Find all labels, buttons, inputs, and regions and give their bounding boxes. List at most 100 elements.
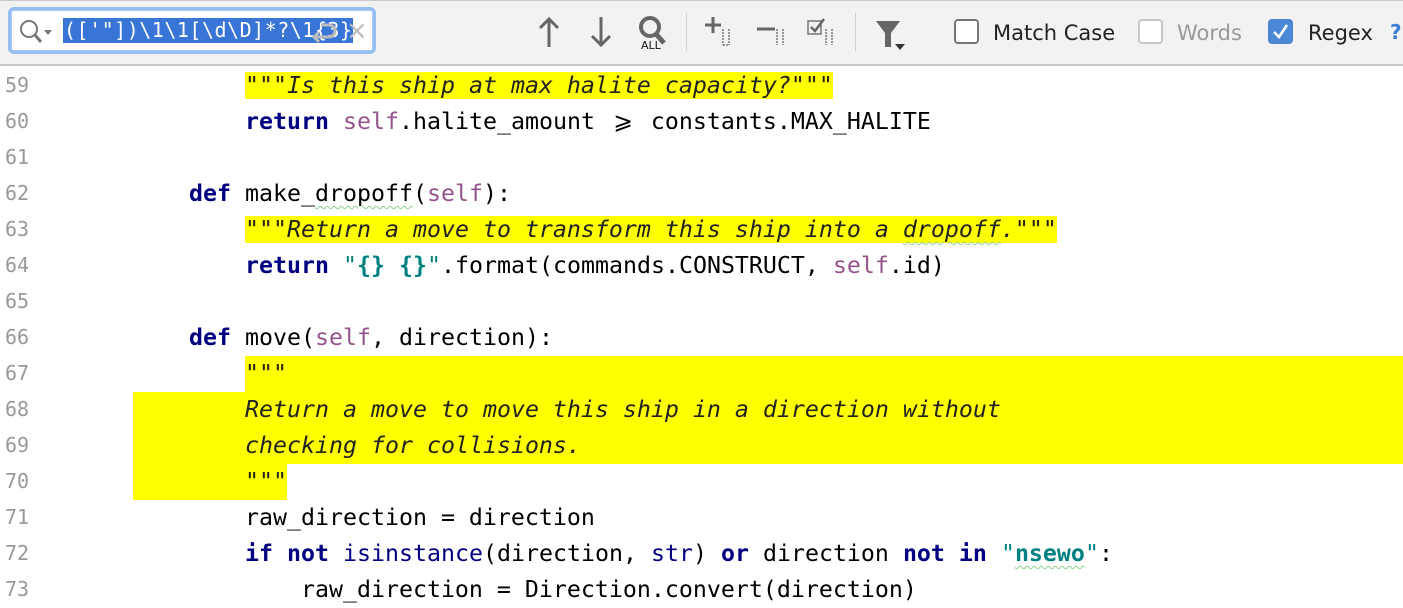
regex-checkbox[interactable] (1268, 19, 1293, 44)
words-checkbox[interactable] (1138, 19, 1163, 44)
code-token: not in (902, 540, 987, 567)
find-toolbar: (['"])\1\1[\d\D]*?\1{3} × ALL Match Case… (0, 0, 1403, 66)
code-token: return (244, 108, 329, 135)
code-token: move( (230, 324, 315, 351)
search-field[interactable]: (['"])\1\1[\d\D]*?\1{3} × (8, 7, 376, 54)
code-token: .format(commands.CONSTRUCT, (440, 252, 833, 279)
toolbar-separator (855, 13, 856, 51)
line-number: 64 (5, 253, 30, 277)
help-icon[interactable]: ? (1390, 20, 1402, 44)
filter-icon[interactable] (874, 19, 910, 57)
code-token: ): (482, 180, 511, 207)
code-token: checking for collisions. (244, 432, 581, 459)
line-number: 63 (5, 217, 30, 241)
toggle-selection-icon[interactable] (806, 15, 840, 53)
code-editor[interactable]: 59 """Is this ship at max halite capacit… (0, 68, 1403, 603)
code-line[interactable]: 60 return self.halite_amount ⩾ constants… (0, 104, 1403, 140)
code-token: make_ (230, 180, 315, 207)
match-case-checkbox[interactable] (954, 19, 979, 44)
previous-occurrence-icon[interactable] (536, 15, 562, 53)
search-history-icon[interactable] (19, 19, 53, 49)
code-text: """ (77, 360, 287, 388)
code-text: def move(self, direction): (77, 324, 553, 352)
code-token: dropoff (902, 216, 1001, 243)
code-line[interactable]: 59 """Is this ship at max halite capacit… (0, 68, 1403, 104)
code-token: def (188, 324, 231, 351)
toolbar-separator (686, 13, 687, 51)
select-all-occurrences-icon[interactable]: ALL (636, 13, 670, 57)
line-number: 61 (5, 145, 30, 169)
code-token: self (314, 324, 371, 351)
code-token: .id) (888, 252, 945, 279)
code-text: return self.halite_amount ⩾ constants.MA… (77, 108, 931, 136)
code-line[interactable]: 62 def make_dropoff(self): (0, 176, 1403, 212)
line-number: 72 (5, 541, 30, 565)
remove-occurrence-icon[interactable] (755, 15, 789, 53)
code-token: direction (748, 540, 903, 567)
code-text: if not isinstance(direction, str) or dir… (77, 540, 1113, 568)
code-token: or (720, 540, 749, 567)
regex-label[interactable]: Regex (1308, 20, 1373, 46)
svg-text:ALL: ALL (641, 39, 662, 52)
code-token: ⩾ (613, 108, 633, 135)
code-token: , direction): (370, 324, 553, 351)
line-number: 70 (5, 469, 30, 493)
code-line[interactable]: 73 raw_direction = Direction.convert(dir… (0, 572, 1403, 608)
line-number: 60 (5, 109, 30, 133)
add-occurrence-icon[interactable] (703, 15, 737, 53)
line-number: 62 (5, 181, 30, 205)
code-text: def make_dropoff(self): (77, 180, 511, 208)
code-text: """ (77, 468, 287, 496)
line-number: 69 (5, 433, 30, 457)
code-token: """Is this ship at max halite capacity?"… (244, 72, 833, 99)
code-token: " (426, 252, 441, 279)
code-line[interactable]: 68 Return a move to move this ship in a … (0, 392, 1403, 428)
code-line[interactable]: 63 """Return a move to transform this sh… (0, 212, 1403, 248)
code-token: str (650, 540, 693, 567)
code-token: Return a move to move this ship in a dir… (244, 396, 1001, 423)
code-text: raw_direction = direction (77, 504, 595, 532)
line-number: 66 (5, 325, 30, 349)
line-number: 59 (5, 73, 30, 97)
code-line[interactable]: 67 """ (0, 356, 1403, 392)
code-token: {} {} (356, 252, 427, 279)
code-token: dropoff (314, 180, 413, 207)
code-text: Return a move to move this ship in a dir… (77, 396, 1001, 424)
words-label[interactable]: Words (1177, 20, 1242, 46)
code-token: .halite_amount (398, 108, 609, 135)
code-line[interactable]: 66 def move(self, direction): (0, 320, 1403, 356)
code-line[interactable]: 70 """ (0, 464, 1403, 500)
code-token: nsewo (1014, 540, 1085, 567)
code-line[interactable]: 65 (0, 284, 1403, 320)
code-token: ( (412, 180, 427, 207)
code-token: ) (692, 540, 721, 567)
match-case-label[interactable]: Match Case (993, 20, 1115, 46)
code-token: raw_direction = Direction.convert(direct… (77, 576, 917, 603)
code-text: return "{} {}".format(commands.CONSTRUCT… (77, 252, 945, 280)
code-token: raw_direction = direction (77, 504, 595, 531)
code-line[interactable]: 69 checking for collisions. (0, 428, 1403, 464)
checkmark-icon (1273, 24, 1289, 39)
code-token: self (426, 180, 483, 207)
line-number: 71 (5, 505, 30, 529)
code-line[interactable]: 71 raw_direction = direction (0, 500, 1403, 536)
line-number: 67 (5, 361, 30, 385)
newline-icon[interactable] (309, 21, 337, 49)
code-line[interactable]: 72 if not isinstance(direction, str) or … (0, 536, 1403, 572)
next-occurrence-icon[interactable] (588, 15, 614, 53)
clear-icon[interactable]: × (346, 16, 368, 46)
code-line[interactable]: 64 return "{} {}".format(commands.CONSTR… (0, 248, 1403, 284)
code-line[interactable]: 61 (0, 140, 1403, 176)
